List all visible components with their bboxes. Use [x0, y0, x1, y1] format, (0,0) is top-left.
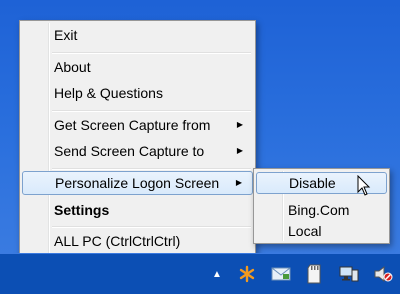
submenu-arrow-icon: ▶	[236, 146, 243, 155]
asterisk-icon[interactable]	[236, 263, 258, 285]
show-hidden-icons-button[interactable]: ▲	[210, 263, 224, 285]
submenu-item-label: Disable	[289, 175, 336, 191]
menu-item-all-pc[interactable]: ALL PC (CtrlCtrlCtrl)	[22, 229, 253, 253]
menu-item-help[interactable]: Help & Questions	[22, 81, 253, 105]
submenu-arrow-icon: ▶	[236, 120, 243, 129]
menu-item-label: Help & Questions	[54, 85, 163, 101]
taskbar: ▲	[0, 253, 400, 294]
menu-separator	[52, 110, 251, 112]
menu-item-label: Settings	[54, 202, 110, 218]
menu-item-label: About	[54, 59, 91, 75]
menu-item-label: Get Screen Capture from	[54, 117, 211, 133]
mouse-pointer-icon	[357, 175, 371, 196]
submenu-item-bing[interactable]: Bing.Com	[256, 199, 387, 221]
menu-separator	[52, 168, 251, 170]
menu-item-label: Personalize Logon Screen	[55, 175, 220, 191]
submenu-item-local[interactable]: Local	[256, 220, 387, 242]
menu-item-get-screen-capture[interactable]: Get Screen Capture from ▶	[22, 113, 253, 137]
menu-item-about[interactable]: About	[22, 55, 253, 79]
context-menu: Exit About Help & Questions Get Screen C…	[19, 20, 256, 258]
volume-muted-icon[interactable]	[372, 263, 394, 285]
submenu-item-label: Bing.Com	[288, 202, 350, 218]
menu-item-label: Send Screen Capture to	[54, 143, 205, 159]
menu-item-personalize-logon[interactable]: Personalize Logon Screen ▶	[22, 171, 253, 195]
menu-item-label: ALL PC (CtrlCtrlCtrl)	[54, 233, 181, 249]
menu-item-settings[interactable]: Settings	[22, 198, 253, 222]
menu-item-send-screen-capture[interactable]: Send Screen Capture to ▶	[22, 139, 253, 163]
submenu-item-label: Local	[288, 223, 322, 239]
menu-separator	[52, 52, 251, 54]
sd-card-icon[interactable]	[304, 263, 326, 285]
menu-item-exit[interactable]: Exit	[22, 23, 253, 47]
submenu-arrow-icon: ▶	[235, 178, 242, 187]
menu-item-label: Exit	[54, 27, 78, 43]
network-icon[interactable]	[338, 263, 360, 285]
system-tray: ▲	[210, 260, 394, 288]
mail-icon[interactable]	[270, 263, 292, 285]
menu-separator	[52, 226, 251, 228]
